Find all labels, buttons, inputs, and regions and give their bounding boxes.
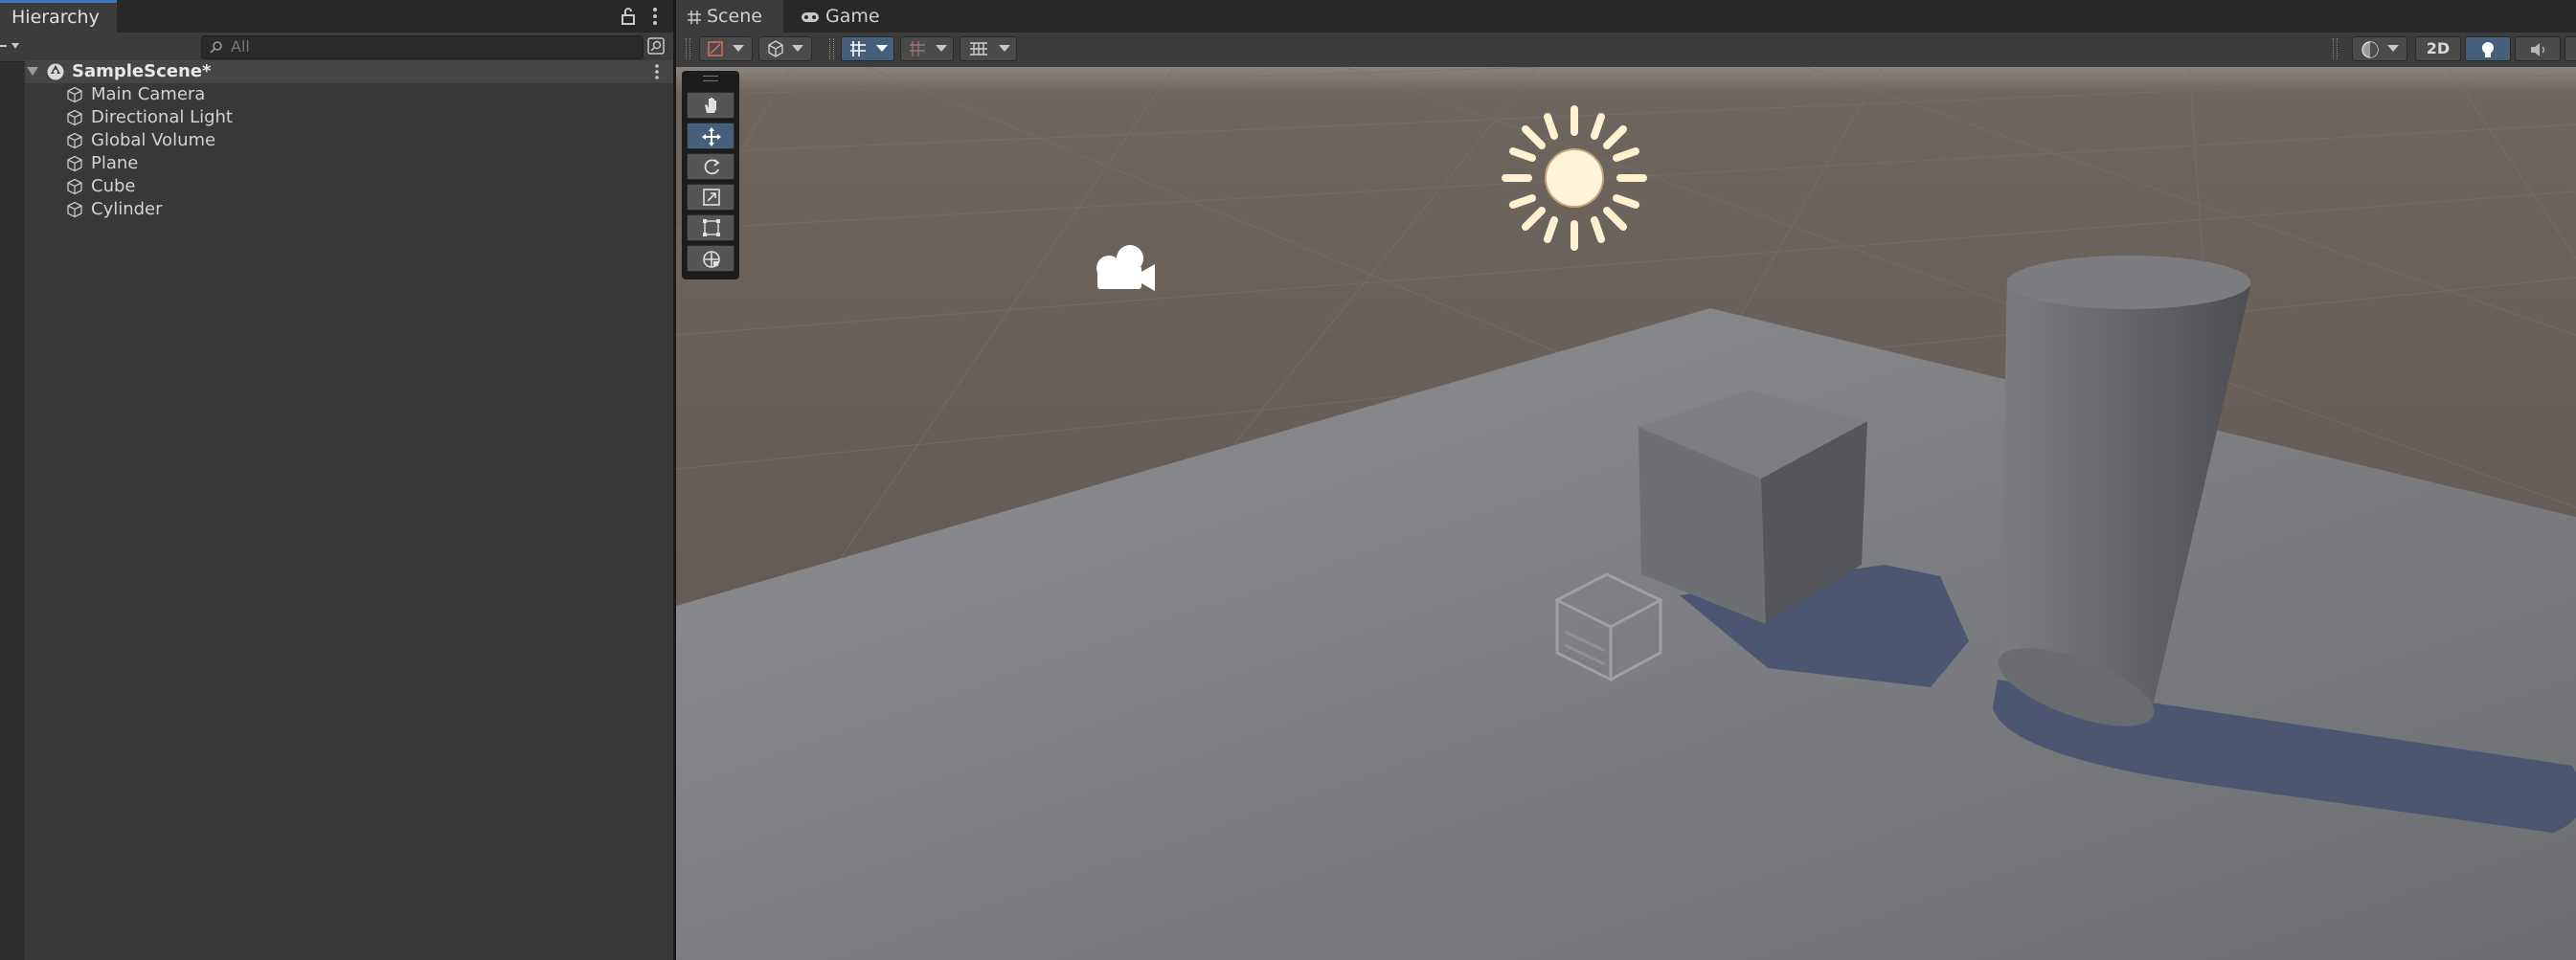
gameobject-cube-icon: [67, 201, 82, 218]
chevron-down-icon: [999, 45, 1010, 52]
scale-icon: [703, 189, 720, 206]
tab-game[interactable]: Game: [793, 0, 898, 33]
gameobject-cube-icon: [67, 109, 82, 126]
chevron-down-icon: [792, 45, 803, 52]
hierarchy-item-label: Directional Light: [91, 107, 233, 127]
hierarchy-search-input[interactable]: All: [201, 35, 644, 59]
gameobject-cube-icon: [67, 132, 82, 149]
hierarchy-item-label: Main Camera: [91, 84, 206, 104]
chevron-down-icon: [876, 45, 888, 52]
chevron-down-icon: [2387, 45, 2399, 52]
lightbulb-icon: [2482, 42, 2494, 57]
create-dropdown-icon[interactable]: [0, 40, 25, 54]
transform-all-icon: [703, 251, 720, 268]
directional-light-gizmo[interactable]: [1502, 105, 1647, 251]
rotate-icon: [704, 159, 720, 175]
lock-icon[interactable]: [621, 8, 636, 25]
chevron-down-icon: [733, 45, 744, 52]
move-tool-button[interactable]: [687, 123, 734, 149]
hand-tool-button[interactable]: [687, 92, 734, 119]
hierarchy-item-label: Plane: [91, 153, 139, 173]
gizmo-icon: [708, 41, 723, 56]
transform-tool-button[interactable]: [687, 245, 734, 272]
hierarchy-item[interactable]: Global Volume: [25, 129, 673, 152]
rect-transform-icon: [703, 219, 720, 236]
scene-toolbar: 2D: [676, 33, 2576, 68]
hierarchy-toolbar: All: [0, 33, 673, 62]
gizmo-toggle-button[interactable]: [699, 36, 753, 61]
toggle-2d-button[interactable]: 2D: [2415, 36, 2461, 61]
scene-root-row[interactable]: SampleScene*: [25, 60, 673, 83]
toolbar-separator: [829, 38, 834, 59]
scene-menu-icon[interactable]: [653, 63, 661, 80]
hierarchy-item[interactable]: Plane: [25, 152, 673, 175]
toolbar-separator-right: [2333, 38, 2338, 59]
hierarchy-tab[interactable]: Hierarchy: [0, 0, 117, 33]
gameobject-cube-icon: [67, 86, 82, 103]
search-icon: [210, 41, 222, 54]
tab-game-label: Game: [825, 6, 880, 27]
scene-tab-bar: [676, 0, 2576, 33]
cube-draw-icon: [768, 40, 783, 57]
effects-toggle-button[interactable]: [2565, 36, 2576, 61]
draw-mode-button[interactable]: [758, 36, 812, 61]
chevron-down-icon: [936, 45, 947, 52]
collapse-arrow-icon[interactable]: [27, 67, 38, 77]
hierarchy-item-label: Global Volume: [91, 130, 216, 150]
palette-grip: [703, 76, 718, 81]
grid-icon: [688, 10, 701, 24]
rect-tool-button[interactable]: [687, 214, 734, 241]
gameobject-cube-icon: [67, 155, 82, 172]
hand-icon: [705, 98, 716, 113]
gameobject-cube-icon: [67, 178, 82, 195]
move-arrows-icon: [702, 127, 721, 146]
audio-toggle-button[interactable]: [2515, 36, 2561, 61]
rotate-tool-button[interactable]: [687, 153, 734, 180]
hierarchy-item-label: Cylinder: [91, 199, 163, 219]
scale-tool-button[interactable]: [687, 184, 734, 211]
hierarchy-item[interactable]: Cube: [25, 175, 673, 198]
unity-scene-icon: [47, 63, 64, 80]
gamepad-icon: [802, 11, 819, 22]
grid-snap-icon: [850, 41, 866, 56]
scene-name: SampleScene*: [72, 61, 212, 81]
hierarchy-item-label: Cube: [91, 176, 136, 196]
toolbar-grip: [686, 38, 690, 59]
search-placeholder: All: [231, 37, 250, 56]
search-options-icon[interactable]: [646, 36, 666, 56]
speaker-icon: [2531, 43, 2545, 56]
hierarchy-gutter: [0, 62, 25, 960]
tab-scene-label: Scene: [707, 6, 762, 27]
hierarchy-item[interactable]: Main Camera: [25, 83, 673, 106]
snap-increment-icon: [910, 41, 925, 56]
hierarchy-item[interactable]: Cylinder: [25, 198, 673, 221]
more-options-icon[interactable]: [651, 7, 659, 26]
grid-snap-button[interactable]: [841, 36, 894, 61]
shaded-sphere-icon: [2361, 41, 2379, 58]
hierarchy-item[interactable]: Directional Light: [25, 106, 673, 129]
tool-palette: [682, 71, 739, 279]
shading-mode-button[interactable]: [2352, 36, 2407, 61]
increment-snap-button[interactable]: [900, 36, 954, 61]
lighting-toggle-button[interactable]: [2465, 36, 2511, 61]
tab-scene[interactable]: Scene: [676, 0, 783, 33]
grid-plane-icon: [970, 42, 987, 56]
scene-viewport[interactable]: [676, 67, 2576, 960]
grid-visibility-button[interactable]: [960, 36, 1017, 61]
